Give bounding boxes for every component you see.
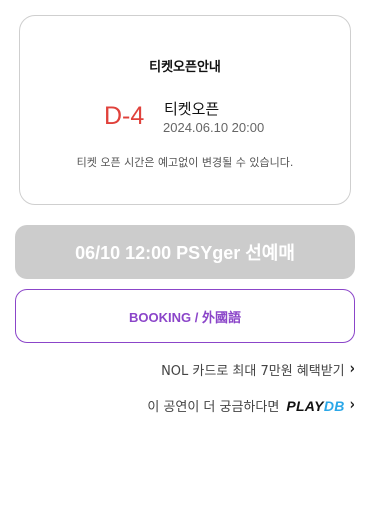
playdb-link-label: 이 공연이 더 궁금하다면 bbox=[147, 400, 280, 415]
schedule-change-notice: 티켓 오픈 시간은 예고없이 변경될 수 있습니다. bbox=[76, 156, 294, 169]
ticket-open-info-card: 티켓오픈안내 D-4 티켓오픈 2024.06.10 20:00 티켓 오픈 시… bbox=[19, 15, 351, 205]
nol-card-benefit-label: NOL 카드로 최대 7만원 혜택받기 bbox=[161, 364, 345, 379]
playdb-link[interactable]: 이 공연이 더 궁금하다면 PLAYDB › bbox=[147, 396, 355, 416]
countdown-badge: D-4 bbox=[104, 102, 145, 130]
card-title: 티켓오픈안내 bbox=[149, 60, 221, 75]
booking-button[interactable]: BOOKING / 外國語 bbox=[15, 289, 355, 343]
nol-card-benefit-link[interactable]: NOL 카드로 최대 7만원 혜택받기 › bbox=[161, 360, 355, 380]
ticket-panel: 티켓오픈안내 D-4 티켓오픈 2024.06.10 20:00 티켓 오픈 시… bbox=[0, 0, 376, 528]
playdb-logo: PLAYDB bbox=[286, 397, 345, 414]
ticket-open-datetime: 2024.06.10 20:00 bbox=[163, 120, 265, 135]
ticket-open-label: 티켓오픈 bbox=[164, 100, 220, 118]
chevron-right-icon: › bbox=[349, 396, 355, 415]
chevron-right-icon: › bbox=[349, 360, 355, 379]
presale-button[interactable]: 06/10 12:00 PSYger 선예매 bbox=[15, 225, 355, 279]
